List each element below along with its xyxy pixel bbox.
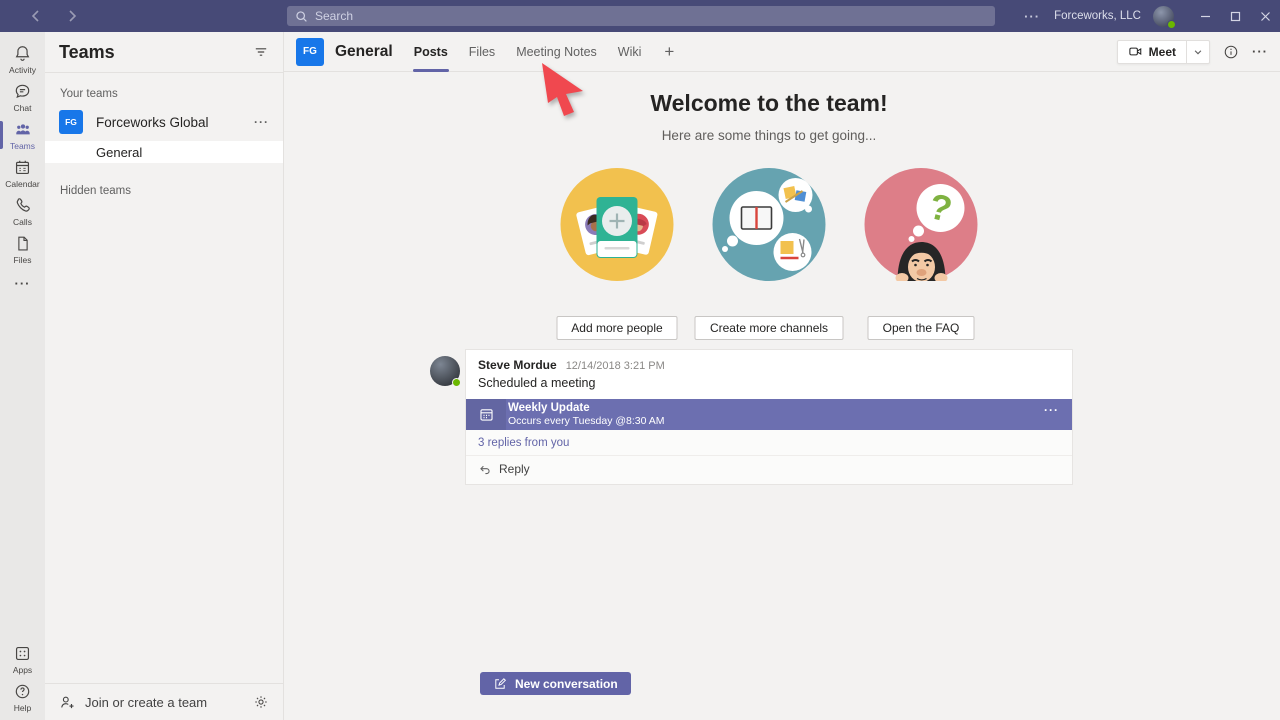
meet-options-chevron[interactable] (1186, 41, 1209, 63)
search-input[interactable] (315, 9, 987, 23)
teams-icon (13, 120, 33, 139)
teams-panel: Teams Your teams FG Forceworks Global ··… (45, 32, 284, 720)
sidebar-item-calls[interactable]: Calls (0, 192, 45, 230)
rail-more-icon[interactable]: ··· (0, 268, 45, 298)
channel-title: General (335, 43, 393, 61)
your-teams-label: Your teams (60, 88, 283, 100)
channel-info-icon[interactable] (1223, 44, 1239, 60)
phone-icon (13, 196, 32, 215)
card-open-faq: ? Open the FAQ (865, 168, 978, 340)
sidebar-item-help[interactable]: Help (0, 678, 45, 716)
calendar-icon (13, 158, 32, 177)
card-add-people: Add more people (561, 168, 674, 340)
faq-illustration: ? (865, 168, 978, 286)
meeting-calendar-icon (466, 399, 506, 430)
bell-icon (13, 44, 32, 63)
welcome-subtitle: Here are some things to get going... (284, 128, 1254, 143)
titlebar: ··· Forceworks, LLC (0, 0, 1280, 32)
open-faq-button[interactable]: Open the FAQ (868, 316, 975, 340)
getting-started-cards: Add more people (561, 168, 978, 340)
main-content: FG General Posts Files Meeting Notes Wik… (284, 32, 1280, 720)
close-button[interactable] (1250, 0, 1280, 32)
search-box[interactable] (287, 6, 995, 26)
sidebar-item-files[interactable]: Files (0, 230, 45, 268)
help-icon (13, 682, 32, 701)
channel-more-icon[interactable]: ··· (1252, 44, 1268, 59)
sidebar-item-chat[interactable]: Chat (0, 78, 45, 116)
welcome-section: Welcome to the team! Here are some thing… (284, 90, 1254, 143)
titlebar-more-icon[interactable]: ··· (1024, 9, 1040, 24)
channel-team-avatar: FG (296, 38, 324, 66)
meet-button[interactable]: Meet (1117, 40, 1210, 64)
sidebar-item-teams[interactable]: Teams (0, 116, 45, 154)
welcome-title: Welcome to the team! (284, 90, 1254, 117)
add-more-people-button[interactable]: Add more people (556, 316, 677, 340)
message-author[interactable]: Steve Mordue (478, 358, 557, 372)
tab-files[interactable]: Files (469, 45, 495, 59)
back-icon[interactable] (26, 6, 46, 26)
join-create-label: Join or create a team (85, 695, 207, 710)
message-timestamp: 12/14/2018 3:21 PM (566, 360, 665, 372)
search-icon (295, 10, 308, 23)
team-row-forceworks-global[interactable]: FG Forceworks Global ··· (45, 108, 283, 136)
channel-item-general[interactable]: General (45, 141, 283, 163)
meeting-recurrence: Occurs every Tuesday @8:30 AM (508, 415, 665, 428)
org-name[interactable]: Forceworks, LLC (1054, 10, 1141, 22)
tab-wiki[interactable]: Wiki (618, 45, 642, 59)
reply-link[interactable]: Reply (466, 456, 1072, 484)
meeting-title: Weekly Update (508, 401, 665, 415)
create-more-channels-button[interactable]: Create more channels (695, 316, 843, 340)
team-more-icon[interactable]: ··· (254, 115, 269, 129)
chat-icon (13, 82, 32, 101)
sidebar-item-apps[interactable]: Apps (0, 640, 45, 678)
team-name: Forceworks Global (96, 115, 209, 130)
presence-dot (1167, 20, 1176, 29)
team-avatar: FG (59, 110, 83, 134)
meeting-banner[interactable]: Weekly Update Occurs every Tuesday @8:30… (466, 399, 1072, 430)
join-create-team[interactable]: Join or create a team (45, 683, 283, 720)
maximize-button[interactable] (1220, 0, 1250, 32)
message-body: Scheduled a meeting (478, 376, 1060, 390)
forward-icon[interactable] (62, 6, 82, 26)
tab-meeting-notes[interactable]: Meeting Notes (516, 45, 597, 59)
hidden-teams-label[interactable]: Hidden teams (60, 185, 283, 197)
channel-tabs: Posts Files Meeting Notes Wiki + (414, 43, 675, 60)
message-header: Steve Mordue 12/14/2018 3:21 PM Schedule… (466, 350, 1072, 399)
channel-header: FG General Posts Files Meeting Notes Wik… (284, 32, 1280, 72)
panel-title: Teams (59, 42, 115, 63)
add-tab-button[interactable]: + (664, 43, 674, 60)
active-indicator (0, 121, 3, 149)
sidebar-item-calendar[interactable]: Calendar (0, 154, 45, 192)
create-channels-illustration (713, 168, 826, 286)
annotation-arrow (539, 61, 587, 126)
sidebar-item-activity[interactable]: Activity (0, 40, 45, 78)
author-avatar[interactable] (430, 356, 460, 386)
reply-arrow-icon (478, 463, 492, 476)
presence-dot (452, 378, 461, 387)
app-rail: Activity Chat Teams Calendar Calls Files… (0, 32, 45, 720)
new-conversation-button[interactable]: New conversation (480, 672, 631, 695)
apps-icon (13, 644, 32, 663)
meeting-more-icon[interactable]: ··· (1044, 403, 1059, 417)
document-icon (14, 234, 32, 253)
video-camera-icon (1128, 44, 1143, 59)
gear-icon[interactable] (253, 694, 269, 710)
add-people-illustration (561, 168, 674, 286)
card-create-channels: Create more channels (713, 168, 826, 340)
message-post: Steve Mordue 12/14/2018 3:21 PM Schedule… (465, 349, 1073, 485)
user-avatar[interactable] (1153, 6, 1174, 27)
person-add-icon (59, 694, 76, 711)
replies-summary[interactable]: 3 replies from you (466, 430, 1072, 456)
minimize-button[interactable] (1190, 0, 1220, 32)
tab-posts[interactable]: Posts (414, 45, 448, 59)
filter-icon[interactable] (253, 44, 269, 60)
compose-icon (493, 677, 507, 691)
